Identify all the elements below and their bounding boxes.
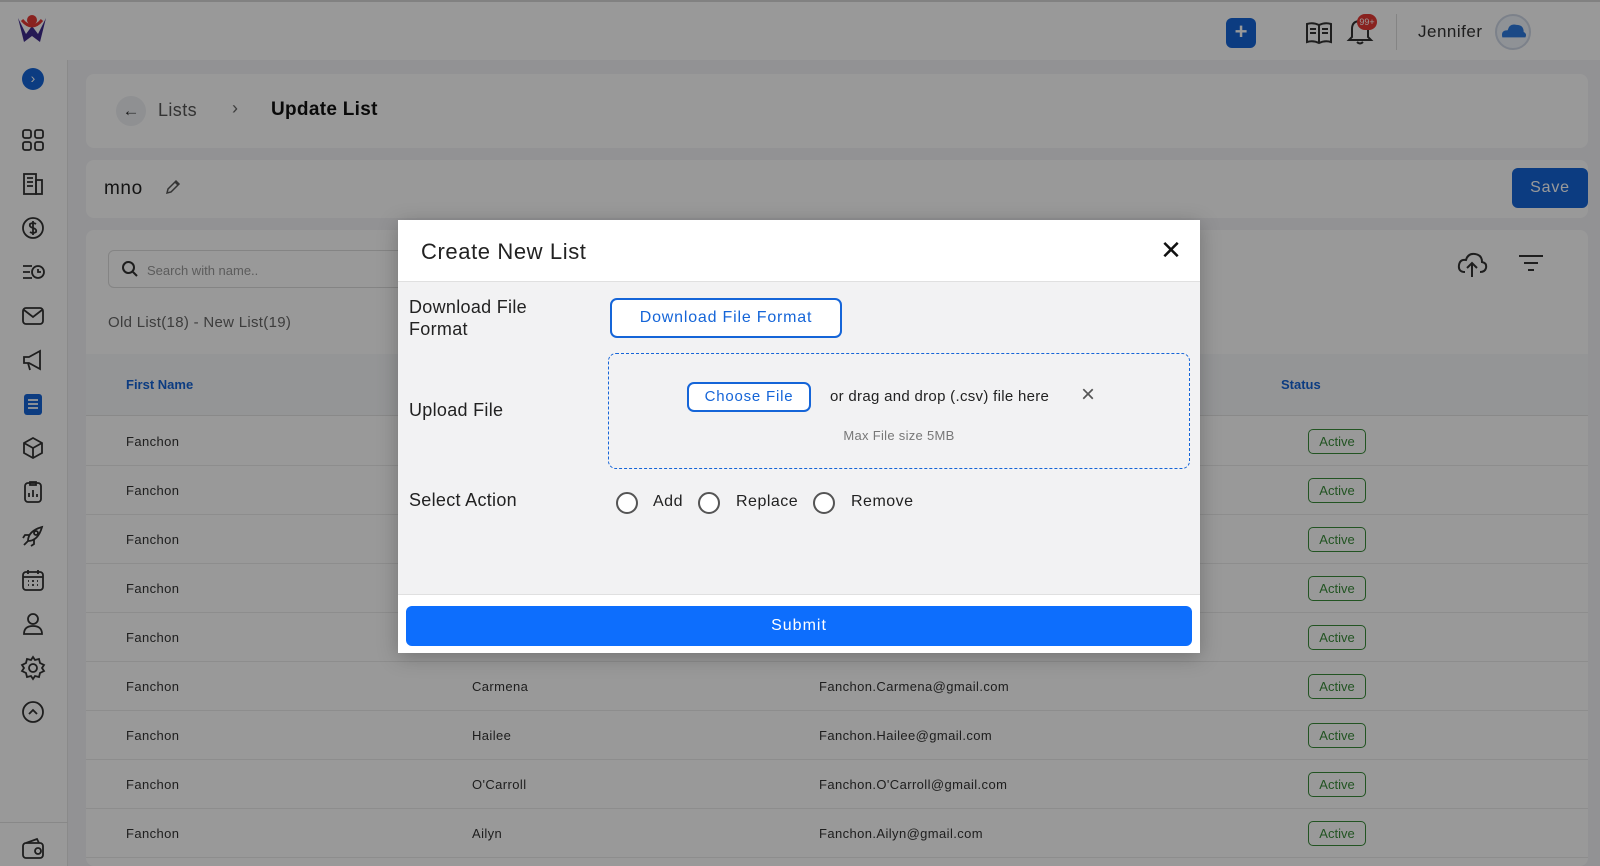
drop-instructions: or drag and drop (.csv) file here xyxy=(830,388,1050,405)
download-format-label: Download File Format xyxy=(409,297,527,339)
radio-add[interactable] xyxy=(616,492,638,514)
modal-header: Create New List ✕ xyxy=(398,220,1200,282)
max-file-size: Max File size 5MB xyxy=(843,428,955,443)
radio-add-label[interactable]: Add xyxy=(653,493,683,511)
clear-file-icon[interactable]: × xyxy=(1077,383,1099,407)
radio-remove-label[interactable]: Remove xyxy=(851,493,914,511)
close-icon[interactable]: ✕ xyxy=(1158,237,1184,263)
radio-replace[interactable] xyxy=(698,492,720,514)
radio-remove[interactable] xyxy=(813,492,835,514)
upload-file-label: Upload File xyxy=(409,400,504,420)
select-action-label: Select Action xyxy=(409,490,517,510)
create-list-modal: Create New List ✕ Download File Format D… xyxy=(398,220,1200,653)
download-file-format-button[interactable]: Download File Format xyxy=(610,298,842,338)
modal-footer: Submit xyxy=(398,594,1200,653)
modal-title: Create New List xyxy=(421,239,587,264)
file-drop-zone[interactable]: Choose File or drag and drop (.csv) file… xyxy=(608,353,1190,469)
radio-replace-label[interactable]: Replace xyxy=(736,493,798,511)
submit-button[interactable]: Submit xyxy=(406,606,1192,646)
choose-file-button[interactable]: Choose File xyxy=(687,382,811,412)
